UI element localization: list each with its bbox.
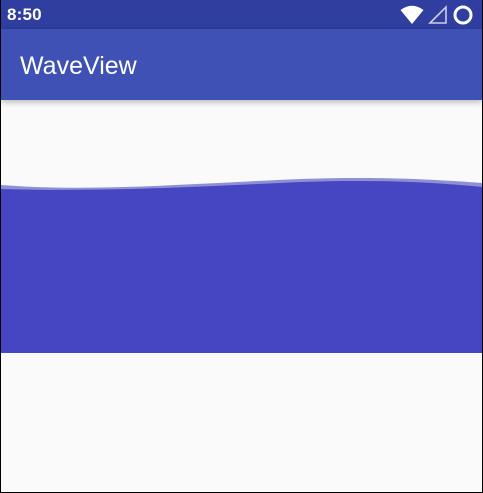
wifi-icon bbox=[400, 5, 424, 25]
content-area bbox=[1, 100, 482, 492]
status-icons bbox=[400, 4, 474, 26]
battery-icon bbox=[452, 4, 474, 26]
status-bar: 8:50 bbox=[1, 0, 482, 29]
app-bar: WaveView bbox=[1, 29, 482, 100]
status-time: 8:50 bbox=[7, 5, 42, 24]
app-title: WaveView bbox=[20, 52, 137, 80]
cell-signal-icon bbox=[428, 5, 448, 25]
app-screen: 8:50 WaveView bbox=[1, 0, 482, 492]
front-wave bbox=[1, 180, 482, 353]
wave-view bbox=[1, 100, 482, 360]
